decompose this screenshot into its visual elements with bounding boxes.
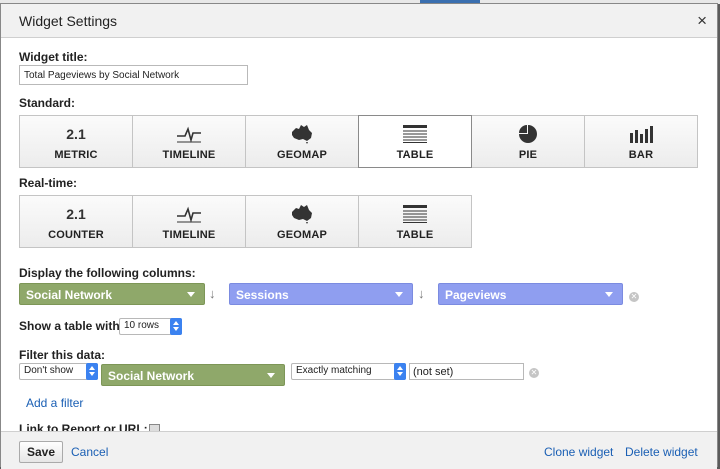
add-filter-link[interactable]: Add a filter xyxy=(26,396,83,410)
tile-label: TABLE xyxy=(396,229,434,241)
filter-dimension-value: Social Network xyxy=(108,369,195,383)
tile-label: GEOMAP xyxy=(276,149,328,161)
table-icon xyxy=(403,125,427,143)
column-value: Sessions xyxy=(236,288,289,302)
chevron-down-icon xyxy=(395,292,403,297)
tile-label: TIMELINE xyxy=(162,229,216,241)
counter-icon: 2.1 xyxy=(66,206,86,222)
dialog-title: Widget Settings xyxy=(19,13,118,29)
sort-arrow-icon[interactable]: ↓ xyxy=(418,286,425,301)
spinner-icon xyxy=(86,363,98,380)
standard-metric-tile[interactable]: 2.1 METRIC xyxy=(19,115,133,168)
bar-icon xyxy=(630,126,653,143)
cancel-link[interactable]: Cancel xyxy=(71,445,108,459)
spinner-icon xyxy=(394,363,406,380)
column-value: Pageviews xyxy=(445,288,507,302)
dialog-footer: Save Cancel Clone widget Delete widget xyxy=(1,431,717,469)
tile-label: TIMELINE xyxy=(162,149,216,161)
spinner-icon xyxy=(170,318,182,335)
pie-icon xyxy=(519,125,537,143)
clone-widget-link[interactable]: Clone widget xyxy=(544,445,613,459)
standard-table-tile[interactable]: TABLE xyxy=(358,115,472,168)
remove-column-icon[interactable]: ✕ xyxy=(629,292,639,302)
tile-label: GEOMAP xyxy=(276,229,328,241)
link-to-report-label: Link to Report or URL: xyxy=(19,422,148,431)
column-value: Social Network xyxy=(26,288,113,302)
column-select-pageviews[interactable]: Pageviews xyxy=(438,283,623,305)
realtime-geomap-tile[interactable]: GEOMAP xyxy=(245,195,359,248)
chevron-down-icon xyxy=(187,292,195,297)
filter-value-input[interactable] xyxy=(409,363,524,380)
filter-mode-select[interactable]: Don't show xyxy=(19,363,98,380)
column-select-sessions[interactable]: Sessions xyxy=(229,283,413,305)
widget-title-input[interactable] xyxy=(19,65,248,85)
chevron-down-icon xyxy=(605,292,613,297)
tile-label: METRIC xyxy=(54,149,98,161)
tile-label: COUNTER xyxy=(48,229,104,241)
link-to-report-row: Link to Report or URL: xyxy=(19,422,199,431)
standard-pie-tile[interactable]: PIE xyxy=(471,115,585,168)
realtime-table-tile[interactable]: TABLE xyxy=(358,195,472,248)
rows-value: 10 rows xyxy=(124,320,160,331)
timeline-icon xyxy=(177,206,201,223)
widget-title-label: Widget title: xyxy=(19,50,88,64)
delete-widget-link[interactable]: Delete widget xyxy=(625,445,698,459)
filter-mode-value: Don't show xyxy=(24,365,74,376)
realtime-timeline-tile[interactable]: TIMELINE xyxy=(132,195,246,248)
rows-label: Show a table with xyxy=(19,319,120,333)
tile-label: BAR xyxy=(628,149,654,161)
columns-label: Display the following columns: xyxy=(19,266,196,280)
standard-tiles: 2.1 METRIC TIMELINE GEOMAP TABLE PIE BAR xyxy=(19,115,698,168)
sort-arrow-icon[interactable]: ↓ xyxy=(209,286,216,301)
realtime-counter-tile[interactable]: 2.1 COUNTER xyxy=(19,195,133,248)
geomap-icon xyxy=(292,205,312,224)
widget-settings-dialog: Widget Settings × Widget title: Standard… xyxy=(0,3,718,469)
metric-icon: 2.1 xyxy=(66,126,86,142)
standard-geomap-tile[interactable]: GEOMAP xyxy=(245,115,359,168)
rows-select[interactable]: 10 rows xyxy=(119,318,182,335)
filter-label: Filter this data: xyxy=(19,348,106,362)
filter-match-value: Exactly matching xyxy=(296,365,372,376)
filter-dimension-select[interactable]: Social Network xyxy=(101,364,285,386)
save-button[interactable]: Save xyxy=(19,441,63,463)
tile-label: TABLE xyxy=(396,149,434,161)
filter-match-select[interactable]: Exactly matching xyxy=(291,363,406,380)
geomap-icon xyxy=(292,125,312,144)
remove-filter-icon[interactable]: ✕ xyxy=(529,368,539,378)
standard-bar-tile[interactable]: BAR xyxy=(584,115,698,168)
link-info-icon[interactable] xyxy=(149,424,160,431)
column-select-social-network[interactable]: Social Network xyxy=(19,283,205,305)
realtime-label: Real-time: xyxy=(19,176,78,190)
realtime-tiles: 2.1 COUNTER TIMELINE GEOMAP TABLE xyxy=(19,195,472,248)
standard-timeline-tile[interactable]: TIMELINE xyxy=(132,115,246,168)
standard-label: Standard: xyxy=(19,96,76,110)
timeline-icon xyxy=(177,126,201,143)
chevron-down-icon xyxy=(267,373,275,378)
table-icon xyxy=(403,205,427,223)
dialog-titlebar: Widget Settings × xyxy=(1,4,717,38)
close-icon[interactable]: × xyxy=(697,11,707,31)
tile-label: PIE xyxy=(518,149,538,161)
